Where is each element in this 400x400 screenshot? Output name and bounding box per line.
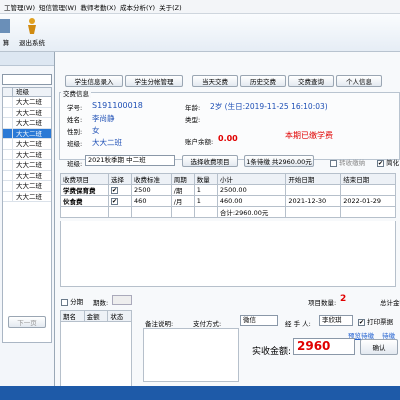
fee-table-empty-area <box>60 221 396 287</box>
grade-select[interactable] <box>2 74 52 85</box>
exit-person-icon <box>28 18 36 34</box>
id-label: 学号: <box>67 104 83 112</box>
filter-class-label: 班级: <box>67 160 83 168</box>
class-row[interactable]: 大大二班 <box>3 160 51 171</box>
simplify-checkbox[interactable]: ✔ 简化 <box>377 157 399 167</box>
print-receipt-checkbox[interactable]: ✔ 打印票据 <box>358 316 393 326</box>
table-row[interactable]: 学费保育费 ✔ 2500 /期 1 2500.00 <box>60 184 396 196</box>
menu-item[interactable]: 关于(Z) <box>159 2 182 12</box>
menu-item[interactable]: 短信管理(W) <box>39 2 77 12</box>
calc-button[interactable]: 算 <box>0 17 12 47</box>
remark-label: 备注说明: <box>145 320 174 328</box>
name-label: 姓名: <box>67 116 83 124</box>
status-bar <box>0 386 400 400</box>
menu-item[interactable]: 工管理(W) <box>4 2 35 12</box>
table-row[interactable]: 伙食费 ✔ 460 /月 1 460.00 2021-12-30 2022-01… <box>60 195 396 207</box>
toolbar: 算 退出系统 <box>0 14 400 52</box>
confirm-button[interactable]: 确认 <box>360 339 398 355</box>
menu-item[interactable]: 成本分析(Y) <box>120 2 155 12</box>
main-panel: 学生信息录入 学生分帐管理 当天交费 历史交费 交费查询 个人信息 交费信息 学… <box>55 52 400 400</box>
class-row[interactable]: 大大二班 <box>3 139 51 150</box>
fee-table: 收费项目 选择 收费标准 周期 数量 小计 开始日期 结束日期 学费保育费 ✔ … <box>60 173 396 218</box>
items-count-label: 项目数量: <box>308 299 337 307</box>
handler-label: 经 手 人: <box>285 320 311 328</box>
transfer-checkbox[interactable]: 转收缴纳 <box>330 157 365 167</box>
pending-fees-button[interactable]: 1条待缴 共2960.00元 <box>244 155 314 167</box>
account-balance: 0.00 <box>218 134 238 143</box>
class-row[interactable]: 大大二班 <box>3 181 51 192</box>
menu-item[interactable]: 教师考勤(X) <box>81 2 117 12</box>
calculator-icon <box>0 19 10 33</box>
period-count-select[interactable] <box>112 295 132 305</box>
class-row[interactable]: 大大二班 <box>3 107 51 118</box>
paymethod-label: 支付方式: <box>193 320 222 328</box>
remark-textarea[interactable] <box>143 328 239 382</box>
total-amount-label: 总计金额 <box>380 299 400 307</box>
section-title: 交费信息 <box>61 88 91 98</box>
student-id: S191100018 <box>92 101 143 110</box>
type-label: 类型: <box>185 116 201 124</box>
student-name: 李尚静 <box>92 114 115 123</box>
period-label: 期数: <box>93 299 109 307</box>
handler-select[interactable]: 李欣琪 <box>319 315 353 326</box>
select-fee-items-button[interactable]: 选择收费项目 <box>182 155 238 167</box>
menu-bar: 工管理(W) 短信管理(W) 教师考勤(X) 成本分析(Y) 关于(Z) <box>0 0 400 14</box>
installment-checkbox[interactable]: 分期 <box>61 296 83 306</box>
age-label: 年龄: <box>185 104 201 112</box>
class-label: 班级: <box>67 140 83 148</box>
select-checkbox[interactable]: ✔ <box>107 184 133 196</box>
class-list-header: 班级 <box>2 87 52 97</box>
class-row-selected[interactable]: 大大二班 <box>3 128 51 139</box>
class-row[interactable]: 大大二班 <box>3 118 51 129</box>
class-row[interactable]: 大大二班 <box>3 191 51 202</box>
panel-header <box>0 52 54 66</box>
gender-label: 性别: <box>67 128 83 136</box>
student-gender: 女 <box>92 126 100 135</box>
select-checkbox[interactable]: ✔ <box>107 195 133 207</box>
balance-label: 账户余额: <box>185 138 214 146</box>
amount-input[interactable]: 2960 <box>293 338 355 355</box>
class-row[interactable]: 大大二班 <box>3 97 51 108</box>
class-list: 大大二班 大大二班 大大二班 大大二班 大大二班 大大二班 大大二班 大大二班 … <box>2 97 52 343</box>
exit-button[interactable]: 退出系统 <box>18 17 46 47</box>
term-class-select[interactable]: 2021秋季期 中二班 <box>85 155 175 166</box>
personal-info-button[interactable]: 个人信息 <box>336 75 382 87</box>
items-count: 2 <box>340 294 347 304</box>
installment-table: 期名 金额 状态 <box>60 310 132 322</box>
student-age: 2岁 (生日:2019-11-25 16:10:03) <box>210 102 328 111</box>
class-row[interactable]: 大大二班 <box>3 170 51 181</box>
fee-query-button[interactable]: 交费查询 <box>288 75 334 87</box>
enroll-button[interactable]: 学生信息录入 <box>65 75 123 87</box>
next-page-button[interactable]: 下一页 <box>8 316 46 328</box>
student-class: 大大二班 <box>92 138 122 147</box>
class-row[interactable]: 大大二班 <box>3 149 51 160</box>
account-button[interactable]: 学生分帐管理 <box>125 75 183 87</box>
paymethod-select[interactable]: 微信 <box>240 315 278 326</box>
period-status: 本期已缴学费 <box>285 131 333 140</box>
today-fees-button[interactable]: 当天交费 <box>192 75 238 87</box>
class-panel: 班级 大大二班 大大二班 大大二班 大大二班 大大二班 大大二班 大大二班 大大… <box>0 52 55 400</box>
history-fees-button[interactable]: 历史交费 <box>240 75 286 87</box>
total-row: 合计:2960.00元 <box>60 206 396 218</box>
amount-label: 实收金额: <box>252 347 292 357</box>
